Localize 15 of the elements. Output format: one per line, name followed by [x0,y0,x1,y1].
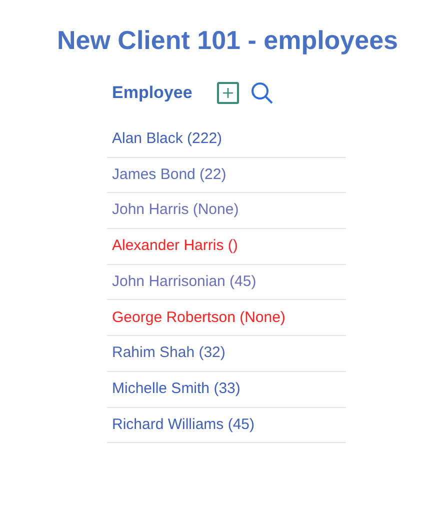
employee-link[interactable]: Alexander Harris () [112,235,238,258]
plus-icon [222,87,234,99]
add-button[interactable] [217,82,240,104]
employee-link[interactable]: John Harrisonian (45) [112,270,256,294]
employee-link[interactable]: Richard Williams (45) [112,414,255,436]
employee-link[interactable]: Alan Black (222) [112,128,222,151]
section-heading: Employee [112,82,192,104]
employee-link[interactable]: Rahim Shah (32) [112,342,226,365]
search-button[interactable] [249,80,276,106]
search-icon [250,81,274,105]
page-title: New Client 101 - employees [57,24,398,56]
employee-link[interactable]: George Robertson (None) [112,306,286,330]
employee-link[interactable]: James Bond (22) [112,164,226,186]
employee-link[interactable]: John Harris (None) [112,199,239,222]
employee-link[interactable]: Michelle Smith (33) [112,378,240,400]
